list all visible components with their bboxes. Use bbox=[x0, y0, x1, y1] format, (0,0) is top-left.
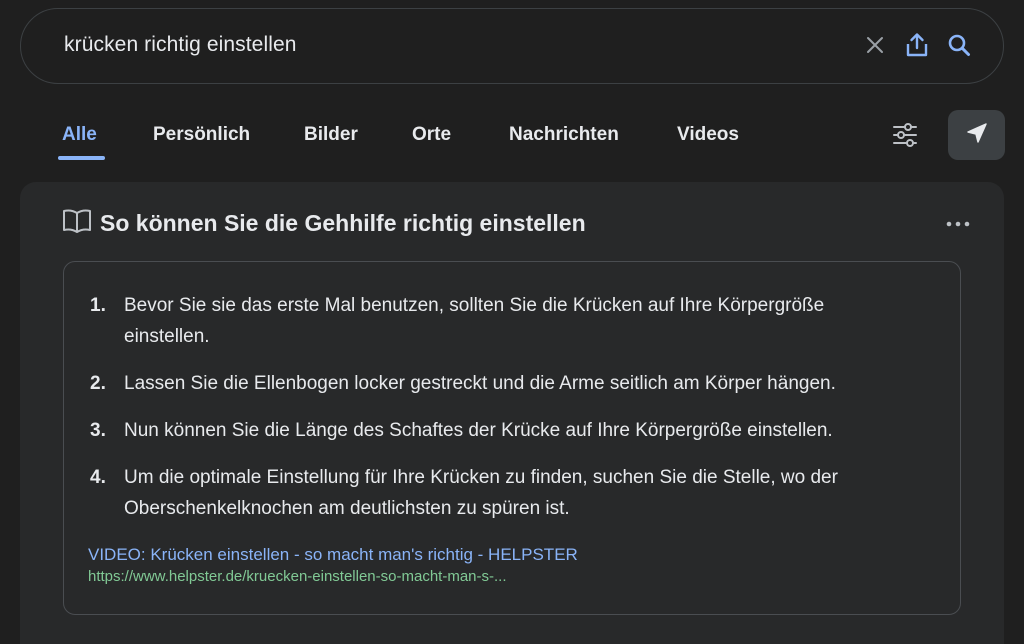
search-bar[interactable]: krücken richtig einstellen bbox=[20, 8, 1004, 84]
close-icon[interactable] bbox=[861, 31, 889, 59]
step-number: 4. bbox=[90, 467, 106, 488]
tab-alle[interactable]: Alle bbox=[62, 124, 97, 146]
step-text: Bevor Sie sie das erste Mal benutzen, so… bbox=[124, 295, 825, 347]
step-text: Nun können Sie die Länge des Schaftes de… bbox=[124, 420, 833, 441]
search-results-page: krücken richtig einstellen Alle Persönli… bbox=[0, 0, 1024, 644]
snippet-header: So können Sie die Gehhilfe richtig einst… bbox=[62, 208, 586, 239]
tab-nachrichten[interactable]: Nachrichten bbox=[509, 124, 619, 146]
tune-icon[interactable] bbox=[890, 122, 920, 148]
list-item: 1. Bevor Sie sie das erste Mal benutzen,… bbox=[90, 290, 910, 352]
share-icon[interactable] bbox=[903, 31, 931, 59]
step-number: 1. bbox=[90, 295, 106, 316]
search-tabs: Alle Persönlich Bilder Orte Nachrichten … bbox=[0, 110, 1024, 166]
source-url[interactable]: https://www.helpster.de/kruecken-einstel… bbox=[88, 568, 578, 585]
tab-videos[interactable]: Videos bbox=[677, 124, 739, 146]
tab-orte[interactable]: Orte bbox=[412, 124, 451, 146]
step-number: 3. bbox=[90, 420, 106, 441]
tab-persoenlich[interactable]: Persönlich bbox=[153, 124, 250, 146]
active-tab-indicator bbox=[58, 156, 105, 160]
list-item: 4. Um die optimale Einstellung für Ihre … bbox=[90, 462, 910, 524]
list-item: 3. Nun können Sie die Länge des Schaftes… bbox=[90, 415, 910, 446]
tab-bilder[interactable]: Bilder bbox=[304, 124, 358, 146]
location-button[interactable] bbox=[948, 110, 1005, 160]
featured-snippet-card: So können Sie die Gehhilfe richtig einst… bbox=[20, 182, 1004, 644]
book-icon bbox=[62, 208, 92, 239]
more-horizontal-icon[interactable] bbox=[944, 212, 972, 236]
search-icon[interactable] bbox=[945, 31, 973, 59]
snippet-source: VIDEO: Krücken einstellen - so macht man… bbox=[88, 545, 578, 585]
navigation-arrow-icon bbox=[966, 122, 988, 149]
step-text: Um die optimale Einstellung für Ihre Krü… bbox=[124, 467, 838, 519]
step-text: Lassen Sie die Ellenbogen locker gestrec… bbox=[124, 373, 836, 394]
step-number: 2. bbox=[90, 373, 106, 394]
steps-list: 1. Bevor Sie sie das erste Mal benutzen,… bbox=[90, 290, 910, 540]
search-actions bbox=[861, 31, 973, 59]
list-item: 2. Lassen Sie die Ellenbogen locker gest… bbox=[90, 368, 910, 399]
search-input[interactable]: krücken richtig einstellen bbox=[64, 33, 297, 57]
snippet-content-box: 1. Bevor Sie sie das erste Mal benutzen,… bbox=[63, 261, 961, 615]
snippet-title: So können Sie die Gehhilfe richtig einst… bbox=[100, 210, 586, 236]
source-link[interactable]: VIDEO: Krücken einstellen - so macht man… bbox=[88, 545, 578, 565]
